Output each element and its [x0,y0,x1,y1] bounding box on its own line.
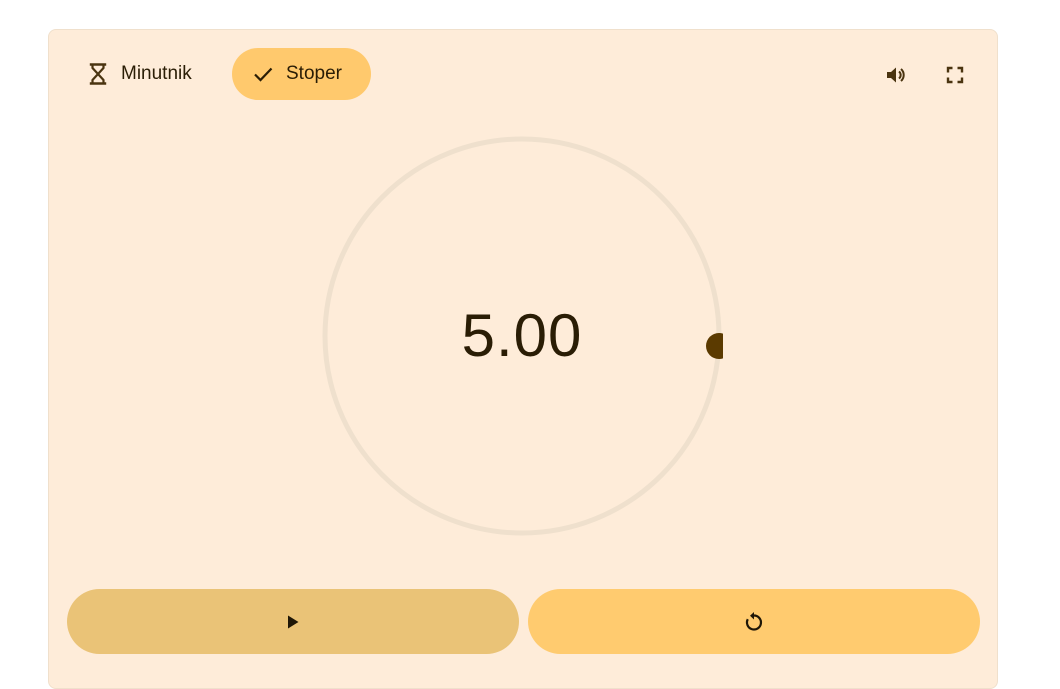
play-button[interactable] [67,589,519,654]
timer-tab-label: Minutnik [121,63,192,84]
stopwatch-tab[interactable]: Stoper [232,48,371,100]
hourglass-icon [87,63,109,85]
stopwatch-tab-label: Stoper [286,63,342,84]
stopwatch-card: Minutnik Stoper 5.00 [48,29,998,689]
play-icon [288,615,299,628]
reset-button[interactable] [528,589,980,654]
volume-icon[interactable] [884,63,908,87]
reset-icon [745,611,763,631]
elapsed-time: 5.00 [461,301,583,369]
timer-tab[interactable]: Minutnik [69,48,229,100]
fullscreen-icon[interactable] [943,63,967,87]
check-icon [252,63,274,85]
